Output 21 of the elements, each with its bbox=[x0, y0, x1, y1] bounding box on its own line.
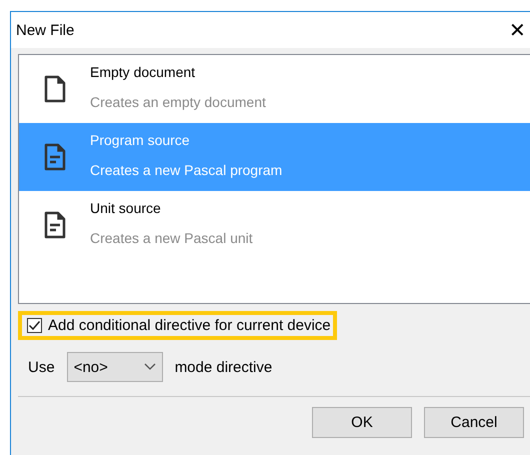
document-icon bbox=[43, 75, 67, 103]
checkbox-label[interactable]: Add conditional directive for current device bbox=[48, 317, 331, 334]
list-item[interactable]: Unit source Creates a new Pascal unit bbox=[19, 191, 530, 259]
window-title: New File bbox=[16, 22, 74, 38]
item-title: Unit source bbox=[90, 200, 162, 216]
dialog-button[interactable]: OK bbox=[312, 407, 412, 438]
use-label: Use bbox=[28, 358, 55, 376]
text-document-icon bbox=[43, 211, 67, 239]
close-button[interactable]: ✕ bbox=[509, 18, 530, 42]
item-description: Creates an empty document bbox=[90, 94, 266, 110]
chevron-down-icon bbox=[144, 363, 156, 371]
mode-dropdown[interactable]: <no> bbox=[66, 352, 163, 382]
dialog-button[interactable]: Cancel bbox=[424, 407, 524, 438]
item-title: Empty document bbox=[90, 64, 196, 80]
checkbox[interactable] bbox=[27, 318, 42, 333]
mode-label: mode directive bbox=[174, 358, 272, 376]
list-item[interactable]: Empty document Creates an empty document bbox=[19, 55, 530, 123]
text-document-icon bbox=[43, 143, 67, 171]
item-description: Creates a new Pascal program bbox=[90, 162, 282, 178]
item-description: Creates a new Pascal unit bbox=[90, 230, 253, 246]
item-title: Program source bbox=[90, 132, 191, 148]
